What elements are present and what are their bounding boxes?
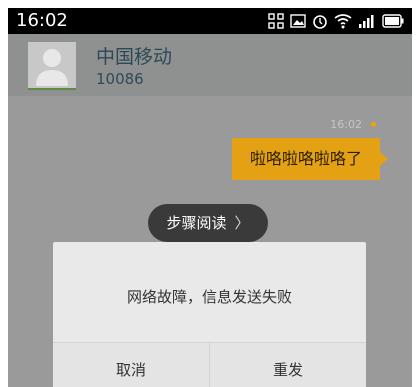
person-icon	[36, 49, 68, 86]
app-grid-icon	[268, 13, 284, 29]
contact-name: 中国移动	[96, 46, 173, 68]
alarm-icon	[312, 13, 328, 29]
conversation-header: 中国移动 10086	[8, 34, 412, 96]
step-read-button[interactable]: 步骤阅读〉	[148, 204, 268, 242]
chevron-right-icon: 〉	[234, 214, 250, 232]
message-bubble-tail	[380, 152, 388, 166]
status-bar: 16:02	[8, 8, 412, 34]
step-read-label: 步骤阅读	[166, 214, 227, 232]
message-status-dot	[371, 122, 376, 127]
message-bubble[interactable]: 啦咯啦咯啦咯了	[231, 138, 380, 180]
dialog-buttons: 取消 重发	[53, 342, 366, 387]
signal-icon	[358, 13, 376, 29]
dialog-message: 网络故障，信息发送失败	[126, 288, 292, 306]
image-icon	[290, 13, 306, 29]
send-failed-dialog: 网络故障，信息发送失败 取消 重发	[53, 242, 366, 387]
wifi-icon	[334, 13, 352, 29]
message-time: 16:02	[330, 118, 362, 131]
resend-button[interactable]: 重发	[209, 343, 366, 387]
avatar[interactable]	[28, 42, 76, 90]
phone-screen: 16:02 中国移动 10086 16:02 啦咯啦咯啦咯了 步骤阅读 〉 网络…	[8, 8, 412, 387]
status-time: 16:02	[16, 10, 68, 31]
contact-number: 10086	[96, 70, 144, 88]
status-icons	[268, 12, 404, 30]
battery-icon	[382, 14, 404, 28]
cancel-button[interactable]: 取消	[53, 343, 209, 387]
